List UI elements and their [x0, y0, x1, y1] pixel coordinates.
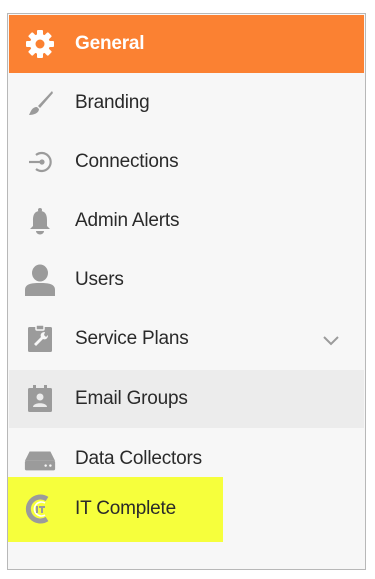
user-icon — [23, 263, 57, 297]
menu-item-branding[interactable]: Branding — [9, 74, 364, 132]
bell-icon — [23, 204, 57, 238]
menu-item-label: Service Plans — [75, 328, 189, 349]
it-complete-logo-icon — [23, 492, 57, 526]
menu-item-label: Connections — [75, 151, 179, 172]
menu-item-label: Email Groups — [75, 388, 188, 409]
menu-item-connections[interactable]: Connections — [9, 133, 364, 191]
menu-item-label: Users — [75, 269, 124, 290]
chevron-down-icon[interactable] — [320, 329, 342, 351]
menu-item-label: General — [75, 33, 145, 54]
menu-item-label: IT Complete — [75, 498, 176, 519]
connection-icon — [23, 145, 57, 179]
menu-item-service-plans[interactable]: Service Plans — [9, 310, 364, 368]
brush-icon — [23, 86, 57, 120]
gear-icon — [23, 27, 57, 61]
wrench-clipboard-icon — [23, 322, 57, 356]
menu-item-admin-alerts[interactable]: Admin Alerts — [9, 192, 364, 250]
contact-card-icon — [23, 382, 57, 416]
menu-item-general[interactable]: General — [9, 15, 364, 73]
menu-item-label: Data Collectors — [75, 448, 202, 469]
server-icon — [23, 442, 57, 476]
menu-item-it-complete[interactable]: IT Complete — [9, 480, 223, 538]
menu-item-email-groups[interactable]: Email Groups — [9, 370, 364, 428]
menu-item-users[interactable]: Users — [9, 251, 364, 309]
menu-item-label: Admin Alerts — [75, 210, 180, 231]
menu-item-label: Branding — [75, 92, 150, 113]
